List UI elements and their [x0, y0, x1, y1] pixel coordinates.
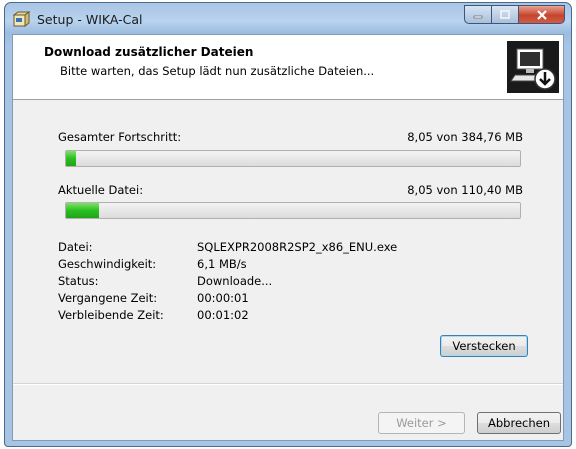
wizard-header: Download zusätzlicher Dateien Bitte wart…	[13, 35, 563, 100]
cancel-button[interactable]: Abbrechen	[477, 412, 561, 434]
detail-key: Verbleibende Zeit:	[58, 308, 164, 322]
total-progress-label: Gesamter Fortschritt:	[58, 130, 182, 144]
detail-value-speed: 6,1 MB/s	[197, 257, 247, 271]
close-button[interactable]	[519, 5, 565, 24]
detail-value-file: SQLEXPR2008R2SP2_x86_ENU.exe	[197, 240, 398, 254]
hide-button[interactable]: Verstecken	[440, 335, 528, 357]
setup-window: Setup - WIKA-Cal Download zusätzlicher D…	[4, 2, 572, 447]
current-file-progress-bar	[65, 202, 521, 219]
detail-key: Datei:	[58, 240, 93, 254]
minimize-icon	[473, 15, 483, 18]
dialog-client-area: Download zusätzlicher Dateien Bitte wart…	[12, 34, 564, 441]
current-file-value: 8,05 von 110,40 MB	[407, 183, 523, 197]
minimize-button[interactable]	[464, 5, 492, 24]
detail-value-remaining: 00:01:02	[197, 308, 249, 322]
setup-box-icon	[13, 11, 31, 27]
detail-key: Status:	[58, 274, 99, 288]
footer-divider	[13, 383, 563, 385]
detail-value-status: Downloade...	[197, 274, 273, 288]
total-progress-value: 8,05 von 384,76 MB	[407, 130, 523, 144]
close-icon	[536, 9, 547, 20]
total-progress-bar	[65, 150, 521, 167]
page-subtitle: Bitte warten, das Setup lädt nun zusätzl…	[60, 64, 375, 78]
detail-value-elapsed: 00:00:01	[197, 291, 249, 305]
next-button[interactable]: Weiter >	[378, 412, 465, 434]
detail-key: Vergangene Zeit:	[58, 291, 158, 305]
maximize-button[interactable]	[492, 5, 519, 24]
computer-download-icon	[507, 41, 559, 93]
maximize-icon	[500, 10, 510, 19]
total-progress-fill	[66, 151, 76, 166]
caption-buttons	[464, 5, 565, 25]
detail-key: Geschwindigkeit:	[58, 257, 157, 271]
window-title: Setup - WIKA-Cal	[37, 12, 143, 27]
page-title: Download zusätzlicher Dateien	[44, 45, 254, 59]
current-file-progress-fill	[66, 203, 100, 218]
current-file-label: Aktuelle Datei:	[58, 183, 144, 197]
title-bar[interactable]: Setup - WIKA-Cal	[5, 3, 571, 35]
